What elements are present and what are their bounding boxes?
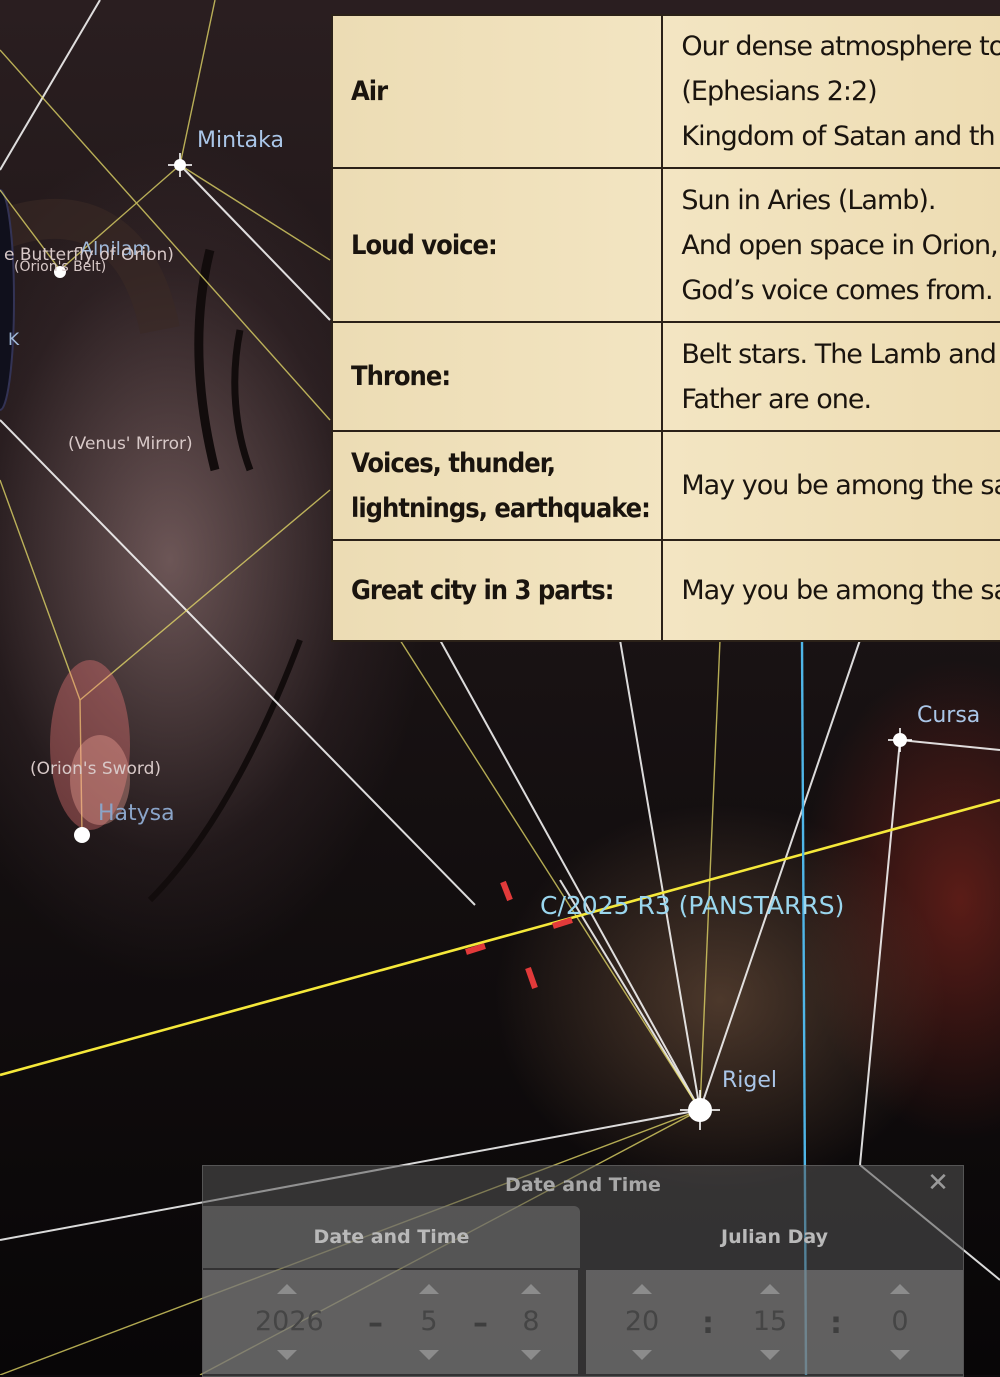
year-value[interactable]: 2026: [255, 1306, 324, 1337]
row-label-loud-voice: Loud voice:: [330, 167, 664, 323]
hour-value[interactable]: 20: [612, 1306, 672, 1337]
row-label-voices-thunder: Voices, thunder, lightnings, earthquake:: [330, 430, 664, 541]
month-up-arrow-icon[interactable]: [419, 1284, 439, 1294]
table-row: Air Our dense atmosphere to (Ephesians 2…: [330, 14, 1000, 169]
date-time-dialog: Date and Time ✕ Date and Time Julian Day…: [202, 1165, 964, 1377]
label-venus-mirror[interactable]: (Venus' Mirror): [68, 434, 193, 454]
label-rigel[interactable]: Rigel: [722, 1068, 777, 1093]
dialog-title: Date and Time: [505, 1174, 661, 1196]
close-button[interactable]: ✕: [923, 1168, 953, 1198]
row-description-voices-thunder: May you be among the sa: [661, 430, 1000, 541]
second-value[interactable]: 0: [870, 1306, 930, 1337]
ecliptic-line: [0, 798, 1000, 1077]
row-description-air: Our dense atmosphere to (Ephesians 2:2) …: [661, 14, 1000, 169]
year-spinner[interactable]: 2026: [255, 1282, 324, 1362]
label-comet[interactable]: C/2025 R3 (PANSTARRS): [540, 891, 844, 920]
row-description-great-city: May you be among the sa: [661, 539, 1000, 642]
table-row: Great city in 3 parts: May you be among …: [330, 539, 1000, 642]
day-down-arrow-icon[interactable]: [521, 1350, 541, 1360]
second-down-arrow-icon[interactable]: [890, 1350, 910, 1360]
second-up-arrow-icon[interactable]: [890, 1284, 910, 1294]
time-separator: :: [830, 1306, 842, 1341]
second-spinner[interactable]: 0: [870, 1282, 930, 1362]
day-value[interactable]: 8: [501, 1306, 561, 1337]
month-value[interactable]: 5: [399, 1306, 459, 1337]
year-up-arrow-icon[interactable]: [277, 1284, 297, 1294]
label-mintaka[interactable]: Mintaka: [197, 128, 284, 153]
tab-julian-day[interactable]: Julian Day: [586, 1206, 963, 1268]
date-fields: 2026 – 5 – 8: [203, 1270, 578, 1374]
row-label-throne: Throne:: [330, 321, 664, 432]
table-row: Throne: Belt stars. The Lamb and Father …: [330, 321, 1000, 432]
row-label-great-city: Great city in 3 parts:: [330, 539, 664, 642]
row-label-air: Air: [330, 14, 664, 169]
minute-down-arrow-icon[interactable]: [760, 1350, 780, 1360]
month-spinner[interactable]: 5: [399, 1282, 459, 1362]
year-down-arrow-icon[interactable]: [277, 1350, 297, 1360]
table-row: Voices, thunder, lightnings, earthquake:…: [330, 430, 1000, 541]
minute-value[interactable]: 15: [740, 1306, 800, 1337]
label-hatysa[interactable]: Hatysa: [98, 801, 175, 826]
day-up-arrow-icon[interactable]: [521, 1284, 541, 1294]
minute-up-arrow-icon[interactable]: [760, 1284, 780, 1294]
row-description-throne: Belt stars. The Lamb and Father are one.: [661, 321, 1000, 432]
time-separator: :: [702, 1306, 714, 1341]
label-k-fragment: K: [8, 330, 20, 350]
time-fields: 20 : 15 : 0: [586, 1270, 963, 1374]
hour-down-arrow-icon[interactable]: [632, 1350, 652, 1360]
table-row: Loud voice: Sun in Aries (Lamb). And ope…: [330, 167, 1000, 323]
minute-spinner[interactable]: 15: [740, 1282, 800, 1362]
hour-up-arrow-icon[interactable]: [632, 1284, 652, 1294]
row-description-loud-voice: Sun in Aries (Lamb). And open space in O…: [661, 167, 1000, 323]
day-spinner[interactable]: 8: [501, 1282, 561, 1362]
revelation-table: Air Our dense atmosphere to (Ephesians 2…: [330, 14, 1000, 642]
tab-date-and-time[interactable]: Date and Time: [203, 1206, 580, 1268]
label-orions-belt[interactable]: (Orion's Belt): [14, 259, 106, 275]
label-cursa[interactable]: Cursa: [917, 703, 980, 728]
hour-spinner[interactable]: 20: [612, 1282, 672, 1362]
date-separator: –: [473, 1306, 488, 1341]
date-separator: –: [368, 1306, 383, 1341]
label-orions-sword[interactable]: (Orion's Sword): [30, 759, 161, 779]
month-down-arrow-icon[interactable]: [419, 1350, 439, 1360]
